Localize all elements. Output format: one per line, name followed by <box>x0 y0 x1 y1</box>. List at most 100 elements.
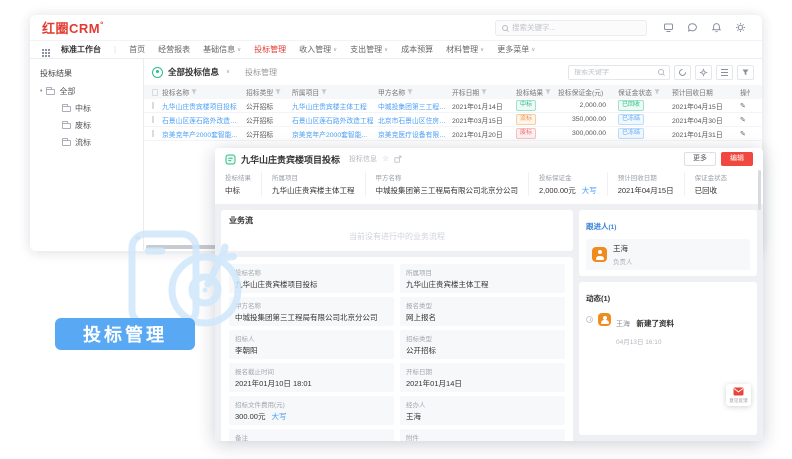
col-project[interactable]: 所属项目 <box>288 87 374 97</box>
handler-link[interactable]: 王海 <box>406 411 559 422</box>
row-checkbox[interactable] <box>152 102 154 109</box>
cell-project[interactable]: 京美克年产2000套智能... <box>288 129 374 139</box>
feedback-widget[interactable]: 意见反馈 <box>726 384 751 406</box>
nav-item-expense[interactable]: 支出管理∨ <box>350 44 388 55</box>
cell-deposit: 2,000.00 <box>554 102 614 109</box>
nav-item-reports[interactable]: 经营报表 <box>158 44 190 55</box>
cell-bid-name[interactable]: 京美克年产2000套智能... <box>158 129 242 139</box>
summary-field: 甲方名称 中城投集团第三工程局有限公司北京分公司 <box>365 172 529 196</box>
settings-button[interactable] <box>695 65 712 80</box>
row-checkbox[interactable] <box>152 130 154 137</box>
project-link[interactable]: 九华山庄贵宾楼主体工程 <box>272 185 355 196</box>
edit-icon[interactable]: ✎ <box>736 102 750 110</box>
edit-button[interactable]: 编辑 <box>721 152 753 166</box>
cell-party[interactable]: 中城投集团第三工程局有... <box>374 101 448 111</box>
avatar <box>598 313 611 326</box>
nav-item-materials[interactable]: 材料管理∨ <box>446 44 484 55</box>
list-icon <box>721 69 728 76</box>
list-search[interactable] <box>568 65 670 80</box>
col-open-date[interactable]: 开标日期 <box>448 87 512 97</box>
bell-icon[interactable] <box>711 22 722 33</box>
cell-bid-name[interactable]: 石景山区莲石路外改造工程 <box>158 115 242 125</box>
row-checkbox[interactable] <box>152 116 154 123</box>
funnel-icon[interactable] <box>654 89 660 95</box>
follower-name: 王海 <box>613 243 633 254</box>
nav-item-budget[interactable]: 成本预算 <box>401 44 433 55</box>
funnel-icon[interactable] <box>275 89 281 95</box>
message-icon[interactable] <box>687 22 698 33</box>
edit-icon[interactable]: ✎ <box>736 130 750 138</box>
list-toolbar-actions <box>568 65 754 80</box>
activity-item[interactable]: 王海 新建了资料 04月13日 16:10 <box>586 313 750 346</box>
table-row[interactable]: 九华山庄贵宾楼项目投标 公开招标 九华山庄贵宾楼主体工程 中城投集团第三工程局有… <box>144 99 762 113</box>
table-row[interactable]: 京美克年产2000套智能... 公开招标 京美克年产2000套智能... 京美克… <box>144 127 762 141</box>
funnel-icon[interactable] <box>545 89 551 95</box>
table-row[interactable]: 石景山区莲石路外改造工程 公开招标 石景山区莲石路外改造工程 北京市石景山区住房… <box>144 113 762 127</box>
nav-item-home[interactable]: 首页 <box>129 44 145 55</box>
star-icon[interactable]: ☆ <box>382 155 389 163</box>
tree-node-void[interactable]: 废标 <box>62 120 143 131</box>
follower-item[interactable]: 王海 负责人 <box>586 239 750 270</box>
summary-field: 所属项目 九华山庄贵宾楼主体工程 <box>261 172 365 196</box>
nav-workbench[interactable]: 标准工作台 <box>61 44 101 55</box>
filter-button[interactable] <box>737 65 754 80</box>
caps-link[interactable]: 大写 <box>582 186 597 195</box>
col-bid-name[interactable]: 投标名称 <box>158 87 242 97</box>
nav-item-bidding[interactable]: 投标管理 <box>254 44 286 55</box>
field-box: 经办人王海 <box>400 396 565 425</box>
global-search[interactable] <box>495 20 647 36</box>
global-search-input[interactable] <box>512 23 640 32</box>
tree-node-all[interactable]: • 全部 <box>40 86 143 97</box>
folder-icon <box>62 106 71 112</box>
dialog-title: 九华山庄贵宾楼项目投标 <box>241 153 340 166</box>
nav-item-basic-info[interactable]: 基础信息∨ <box>203 44 241 55</box>
apps-grid-icon[interactable] <box>42 49 44 51</box>
funnel-icon[interactable] <box>191 89 197 95</box>
cell-project[interactable]: 九华山庄贵宾楼主体工程 <box>288 101 374 111</box>
funnel-icon[interactable] <box>407 89 413 95</box>
more-button[interactable]: 更多 <box>684 152 716 166</box>
field-box: 开标日期2021年01月14日 <box>400 363 565 392</box>
summary-bar: 投标结果 中标 所属项目 九华山庄贵宾楼主体工程 甲方名称 中城投集团第三工程局… <box>215 170 763 204</box>
tree-node-failed[interactable]: 流标 <box>62 137 143 148</box>
tree-node-won[interactable]: 中标 <box>62 103 143 114</box>
avatar <box>592 247 607 262</box>
refresh-button[interactable] <box>674 65 691 80</box>
field-box: 甲方名称中城投集团第三工程局有限公司北京分公司 <box>229 297 394 326</box>
col-deposit-status[interactable]: 保证金状态 <box>614 87 668 97</box>
party-link[interactable]: 中城投集团第三工程局有限公司北京分公司 <box>376 185 519 196</box>
col-result[interactable]: 投标结果 <box>512 87 554 97</box>
col-deposit[interactable]: 投标保证金(元) <box>554 87 614 97</box>
bid-doc-icon <box>225 154 236 165</box>
monitor-icon[interactable] <box>663 22 674 33</box>
cell-recover-date: 2021年01月31日 <box>668 129 736 139</box>
funnel-icon[interactable] <box>481 89 487 95</box>
nav-item-more-menu[interactable]: 更多菜单∨ <box>497 44 535 55</box>
cell-party[interactable]: 京美克医疗设备有限公司 <box>374 129 448 139</box>
cell-party[interactable]: 北京市石景山区住房和城... <box>374 115 448 125</box>
sidebar-collapse-button[interactable]: « <box>135 233 140 242</box>
topbar-icons <box>663 22 746 33</box>
funnel-icon[interactable] <box>321 89 327 95</box>
columns-button[interactable] <box>716 65 733 80</box>
fields-card: 投标名称九华山庄贵宾楼项目投标 所属项目九华山庄贵宾楼主体工程 甲方名称中城投集… <box>221 257 573 441</box>
caps-link[interactable]: 大写 <box>271 412 286 421</box>
main-nav: 标准工作台 | 首页 经营报表 基础信息∨ 投标管理 收入管理∨ 支出管理∨ 成… <box>30 41 762 59</box>
col-tender-type[interactable]: 招标类型 <box>242 87 288 97</box>
nav-item-income[interactable]: 收入管理∨ <box>299 44 337 55</box>
edit-icon[interactable]: ✎ <box>736 116 750 124</box>
cell-bid-name[interactable]: 九华山庄贵宾楼项目投标 <box>158 101 242 111</box>
col-recover-date[interactable]: 预计回收日期 <box>668 87 736 97</box>
share-icon[interactable] <box>394 155 402 163</box>
col-party[interactable]: 甲方名称 <box>374 87 448 97</box>
vertical-scrollbar[interactable] <box>758 170 761 210</box>
clock-icon <box>586 316 593 323</box>
cell-project[interactable]: 石景山区莲石路外改造工程 <box>288 115 374 125</box>
list-search-input[interactable] <box>574 69 655 76</box>
project-link[interactable]: 九华山庄贵宾楼主体工程 <box>406 279 559 290</box>
cell-open-date: 2021年01月20日 <box>448 129 512 139</box>
view-selector[interactable]: 全部投标信息 <box>168 66 219 78</box>
party-link[interactable]: 中城投集团第三工程局有限公司北京分公司 <box>235 312 388 323</box>
gear-icon[interactable] <box>735 22 746 33</box>
tree-bullet-icon: • <box>40 88 42 95</box>
